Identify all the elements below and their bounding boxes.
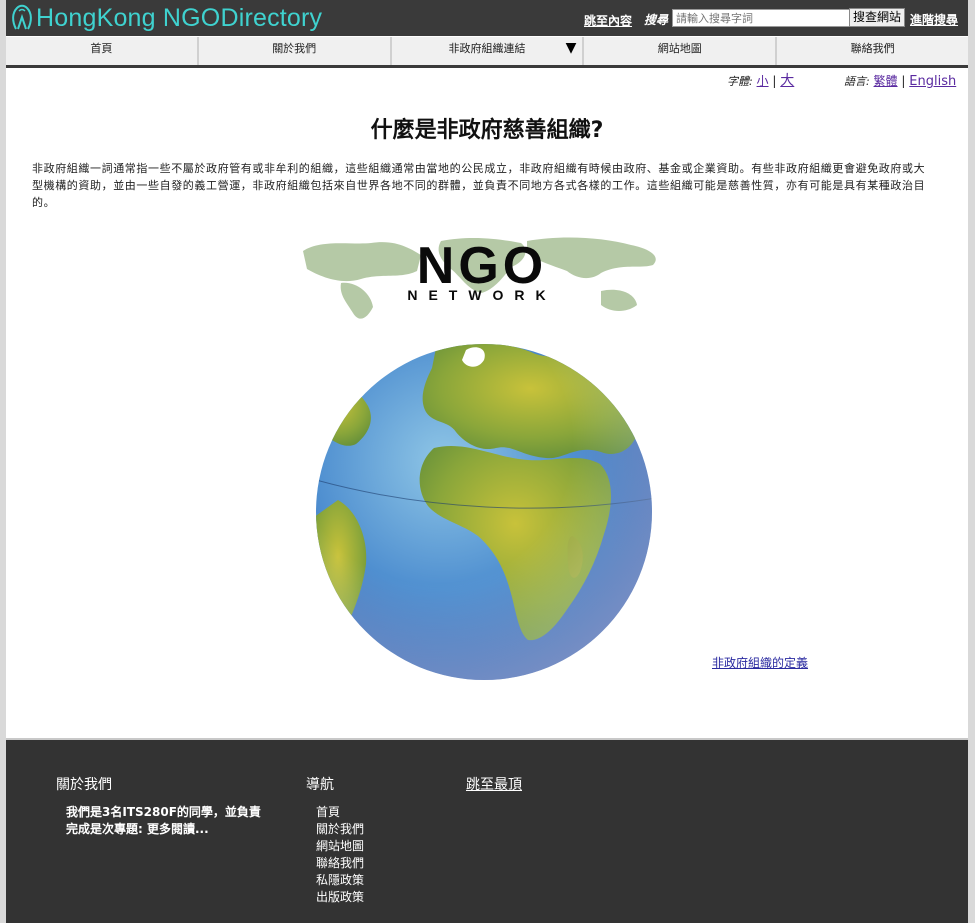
globe-image: [316, 344, 652, 680]
footer-link-about[interactable]: 關於我們: [316, 821, 364, 838]
skip-to-content-link[interactable]: 跳至內容: [584, 12, 632, 29]
back-to-top-link[interactable]: 跳至最頂: [466, 774, 522, 794]
footer-link-contact[interactable]: 聯絡我們: [316, 855, 364, 872]
separator: |: [901, 74, 906, 88]
footer-link-publication[interactable]: 出版政策: [316, 889, 364, 906]
nav-item-sitemap[interactable]: 網站地圖: [584, 37, 778, 65]
main-nav: 首頁 關於我們 非政府組織連結 ▼ 網站地圖 聯絡我們: [6, 37, 968, 68]
search-input[interactable]: [672, 9, 850, 27]
page-title: 什麼是非政府慈善組織?: [370, 118, 604, 143]
nav-item-home[interactable]: 首頁: [6, 37, 199, 65]
font-large-link[interactable]: 大: [780, 73, 794, 89]
logo-text: HongKong NGODirectory: [36, 3, 323, 32]
search-label: 搜尋: [644, 13, 669, 27]
footer-link-home[interactable]: 首頁: [316, 804, 364, 821]
language-control: 語言: 繁體 | English: [844, 72, 956, 89]
lang-english-link[interactable]: English: [909, 74, 956, 89]
footer: 關於我們 我們是3名ITS280F的同學，並負責完成是次專題: 更多閱讀... …: [6, 738, 968, 923]
banner-network-text: NETWORK: [407, 287, 556, 303]
language-label: 語言:: [844, 75, 870, 88]
nav-item-ngo-links[interactable]: 非政府組織連結 ▼: [392, 37, 585, 65]
nav-item-label: 關於我們: [272, 42, 317, 55]
font-small-link[interactable]: 小: [757, 74, 769, 88]
intro-paragraph: 非政府組織一詞通常指一些不屬於政府管有或非牟利的組織，這些組織通常由當地的公民成…: [32, 162, 926, 209]
nav-item-label: 聯絡我們: [850, 42, 895, 55]
nav-item-about[interactable]: 關於我們: [199, 37, 392, 65]
font-size-label: 字體:: [727, 75, 753, 88]
page-frame: HongKong NGODirectory 跳至內容 搜尋 搜查網站 進階搜尋 …: [6, 0, 968, 923]
ngo-network-banner: NGO NETWORK: [301, 233, 663, 323]
footer-nav-title: 導航: [306, 777, 334, 793]
lang-traditional-link[interactable]: 繁體: [874, 74, 898, 88]
footer-about-text[interactable]: 我們是3名ITS280F的同學，並負責完成是次專題: 更多閱讀...: [66, 804, 271, 838]
footer-nav-list: 首頁 關於我們 網站地圖 聯絡我們 私隱政策 出版政策: [316, 804, 364, 906]
ribbon-icon: [12, 4, 32, 30]
dropdown-arrow-icon[interactable]: ▼: [566, 37, 577, 60]
font-size-control: 字體: 小 | 大: [727, 70, 794, 90]
nav-item-label: 非政府組織連結: [448, 42, 526, 55]
nav-item-label: 首頁: [90, 42, 113, 55]
footer-link-sitemap[interactable]: 網站地圖: [316, 838, 364, 855]
footer-about-title: 關於我們: [56, 777, 112, 793]
ngo-definition-link[interactable]: 非政府組織的定義: [712, 654, 808, 671]
separator: |: [772, 74, 777, 88]
footer-link-privacy[interactable]: 私隱政策: [316, 872, 364, 889]
header-bar: HongKong NGODirectory 跳至內容 搜尋 搜查網站 進階搜尋: [6, 0, 968, 36]
search-button[interactable]: 搜查網站: [849, 8, 905, 27]
nav-item-contact[interactable]: 聯絡我們: [777, 37, 968, 65]
nav-item-label: 網站地圖: [657, 42, 702, 55]
site-logo[interactable]: HongKong NGODirectory: [8, 3, 322, 33]
advanced-search-link[interactable]: 進階搜尋: [910, 11, 958, 28]
